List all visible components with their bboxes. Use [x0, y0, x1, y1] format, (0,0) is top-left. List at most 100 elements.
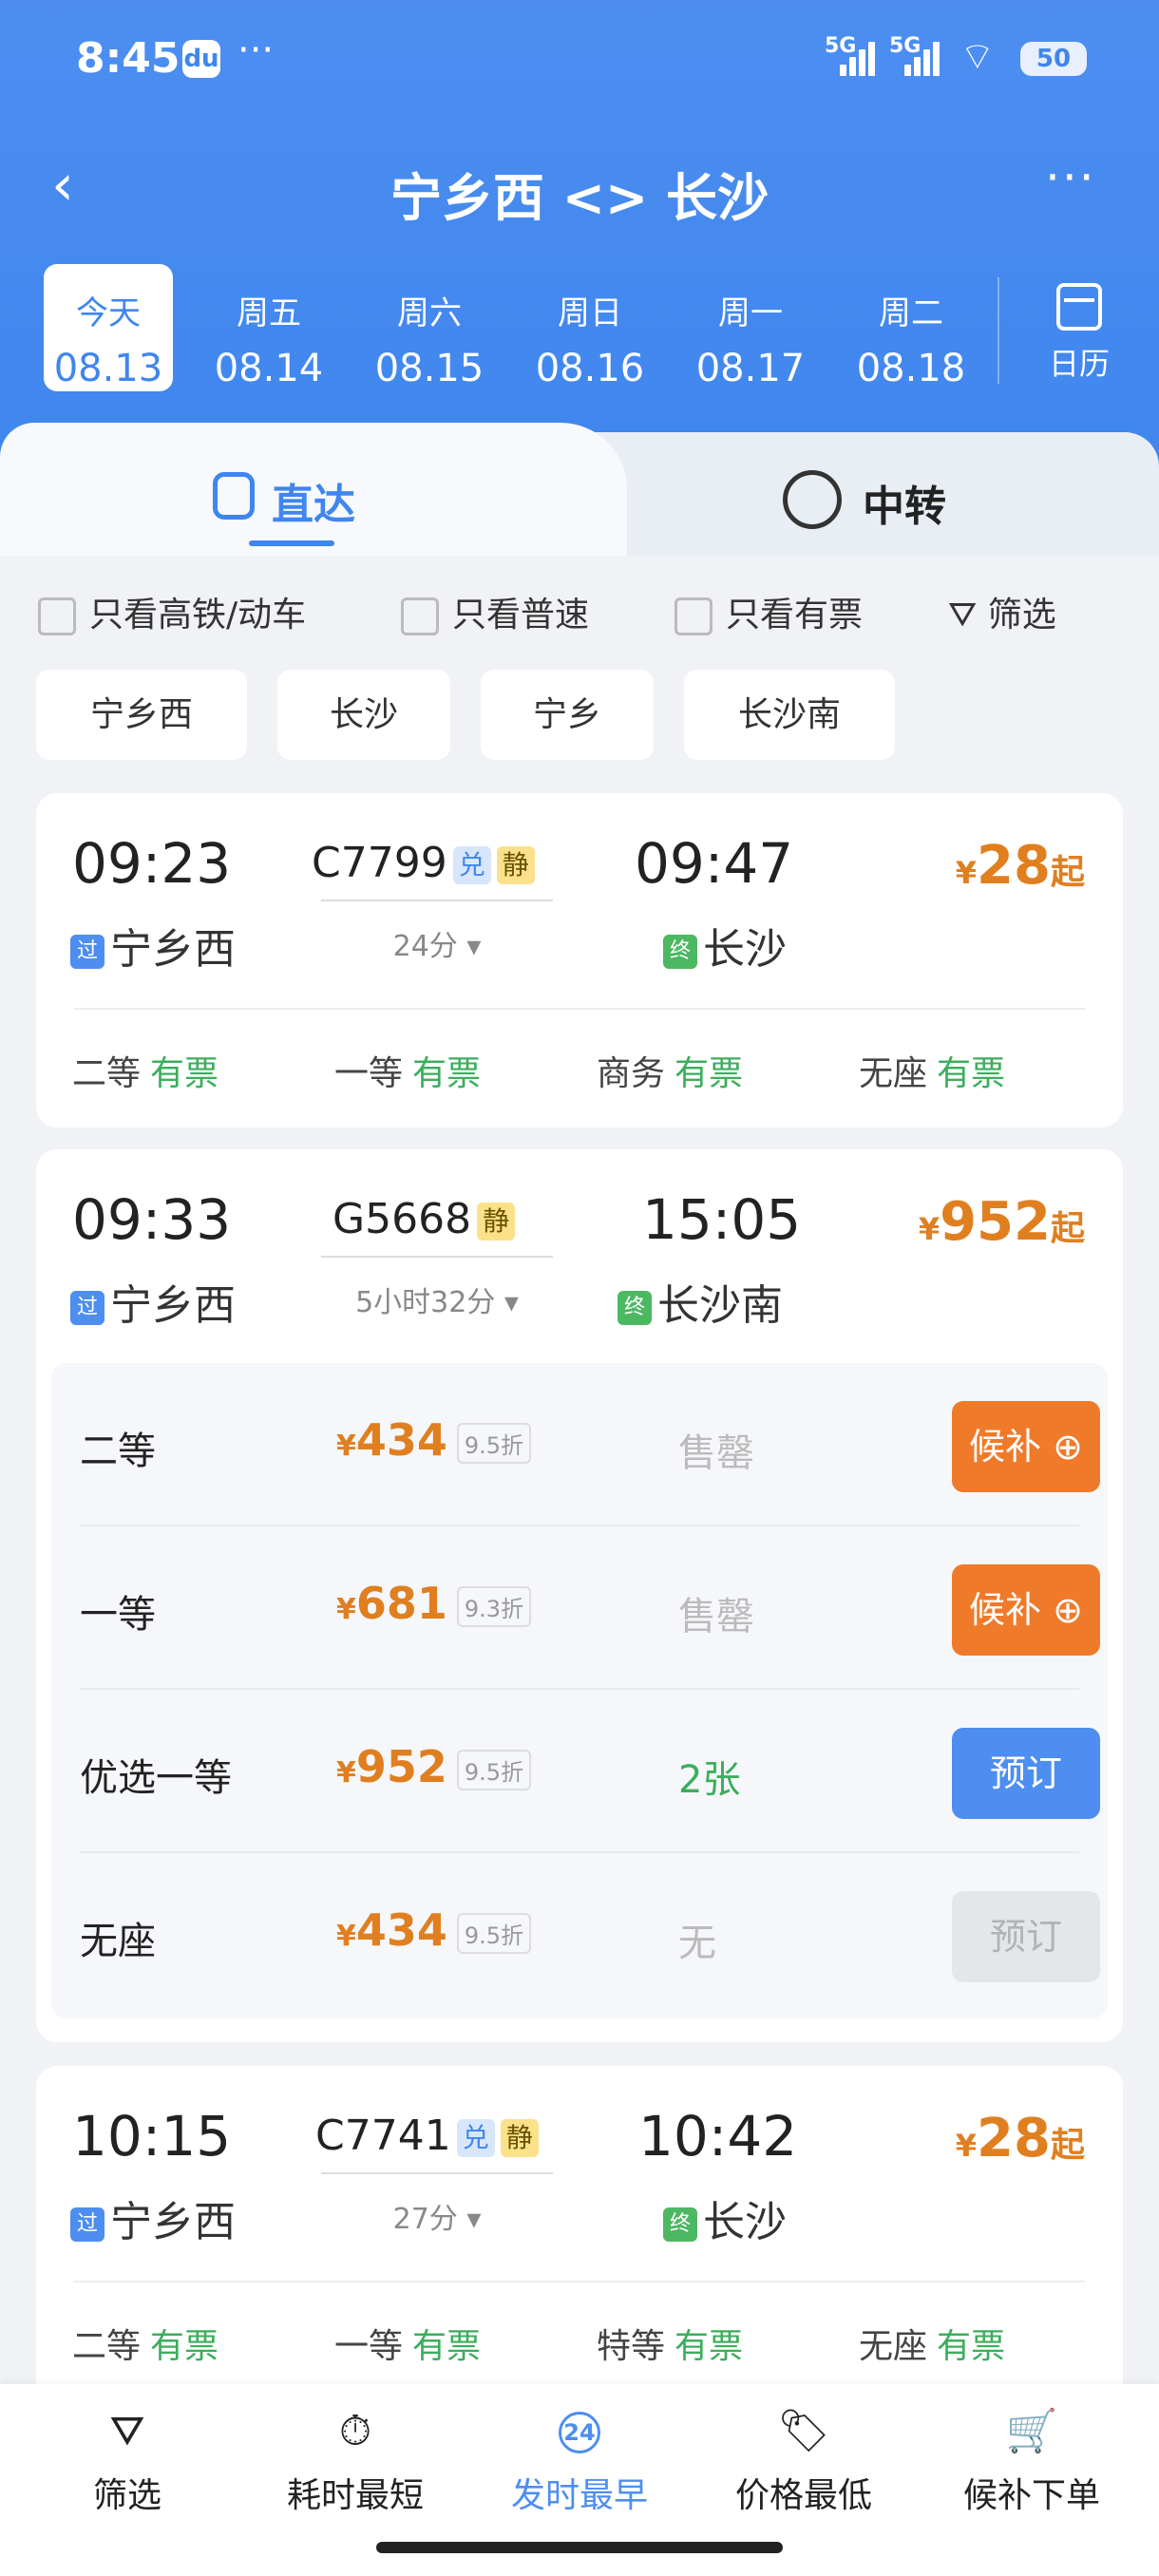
- seat-class: 二等: [72, 2327, 142, 2366]
- seat-availability: 商务 有票: [597, 1046, 743, 1095]
- discount-badge: 9.5折: [456, 1750, 532, 1790]
- seat-detail-list: 二等 ¥434 9.5折 售罄 候补 ⊕ 一等 ¥681 9.3折 售罄 候补 ⊕ …: [51, 1363, 1108, 2018]
- from-station-name: 宁乡西: [110, 1281, 236, 1330]
- divider: [74, 1008, 1085, 1010]
- seat-status: 有票: [674, 1054, 744, 1093]
- seat-status: 售罄: [678, 1431, 754, 1475]
- from-station-name: 宁乡西: [110, 2198, 236, 2246]
- date-value: 08.14: [214, 347, 324, 390]
- tab-direct[interactable]: 直达: [0, 423, 627, 556]
- train-number-text: C7799: [312, 839, 447, 887]
- date-tab-3[interactable]: 周日 08.16: [525, 264, 655, 391]
- filter-button[interactable]: ⛛ 筛选: [948, 587, 1056, 636]
- normal-checkbox[interactable]: 只看普速: [401, 587, 589, 636]
- date-tab-5[interactable]: 周二 08.18: [846, 264, 976, 391]
- date-selector: 今天 08.13 周五 08.14 周六 08.15 周日 08.16 周一 08.17 …: [0, 256, 1159, 399]
- duration-line: [321, 2172, 553, 2174]
- seat-row: 一等 ¥681 9.3折 售罄 候补 ⊕: [51, 1526, 1108, 1690]
- price-from: ¥28起: [956, 835, 1085, 897]
- seat-availability: 二等 有票: [72, 1046, 218, 1095]
- bottom-nav-earliest[interactable]: 24 发时最早: [466, 2403, 694, 2517]
- clock-24-glyph: 24: [559, 2412, 600, 2453]
- battery-icon: 50: [1020, 42, 1087, 76]
- train-card[interactable]: 09:23 C7799 兑静 09:47 过宁乡西 24分 ▾ 终长沙 ¥28起 …: [36, 793, 1123, 1127]
- seat-price: ¥434 9.5折: [336, 1414, 532, 1466]
- station-chip[interactable]: 宁乡: [481, 670, 654, 760]
- to-station-name: 长沙南: [657, 1281, 783, 1330]
- arrival-time: 10:42: [638, 2104, 798, 2169]
- seat-status: 有票: [937, 1054, 1006, 1093]
- price-tag-icon: 🏷: [777, 2407, 830, 2455]
- book-button[interactable]: 预订: [952, 1728, 1100, 1819]
- price-from: ¥28起: [956, 2108, 1085, 2169]
- date-tab-2[interactable]: 周六 08.15: [365, 264, 494, 391]
- date-tab-1[interactable]: 周五 08.14: [204, 264, 333, 391]
- duration-line: [321, 1256, 553, 1258]
- available-checkbox[interactable]: 只看有票: [674, 587, 863, 636]
- date-week: 今天: [76, 294, 141, 332]
- seat-class: 二等: [72, 1054, 142, 1093]
- home-indicator[interactable]: [376, 2542, 783, 2553]
- bottom-nav-label: 耗时最短: [286, 2476, 424, 2515]
- checkbox-label: 只看高铁/动车: [89, 596, 307, 635]
- exchange-badge: 兑: [452, 846, 491, 884]
- seat-class: 无座: [80, 1920, 156, 1963]
- currency: ¥: [336, 1593, 356, 1626]
- wifi-icon: ⌔: [960, 35, 996, 79]
- seat-class: 一等: [334, 1054, 404, 1093]
- terminal-tag: 终: [663, 2207, 697, 2242]
- discount-badge: 9.5折: [456, 1423, 532, 1464]
- pass-tag: 过: [70, 935, 104, 969]
- seat-class: 一等: [80, 1593, 156, 1637]
- signal-bars-2-icon: [904, 38, 942, 76]
- waitlist-button[interactable]: 候补 ⊕: [952, 1564, 1100, 1656]
- calendar-icon: [1056, 283, 1102, 331]
- from-station: 过宁乡西: [70, 2188, 236, 2248]
- duration-toggle[interactable]: 24分 ▾: [321, 922, 553, 964]
- station-chip[interactable]: 长沙南: [684, 670, 895, 760]
- price-from: ¥952起: [919, 1191, 1085, 1253]
- cart-plus-icon: 🛒: [1005, 2407, 1058, 2455]
- date-week: 周六: [397, 294, 462, 332]
- date-week: 周二: [879, 294, 943, 332]
- to-station: 终长沙南: [618, 1271, 783, 1332]
- duration-toggle[interactable]: 27分 ▾: [321, 2195, 553, 2237]
- bottom-nav-shortest[interactable]: ⏱ 耗时最短: [241, 2403, 469, 2517]
- train-card[interactable]: 10:15 C7741 兑静 10:42 过宁乡西 27分 ▾ 终长沙 ¥28起 …: [36, 2066, 1123, 2408]
- seat-class: 无座: [859, 2327, 928, 2366]
- seat-status: 有票: [150, 2327, 219, 2366]
- station-chip[interactable]: 宁乡西: [36, 670, 247, 760]
- tab-transfer[interactable]: 中转: [570, 432, 1159, 556]
- seat-row: 无座 ¥434 9.5折 无 预订: [51, 1853, 1108, 2017]
- from-station: 过宁乡西: [70, 1271, 236, 1332]
- funnel-icon: ⛛: [109, 2407, 145, 2455]
- seat-class: 无座: [859, 1054, 928, 1093]
- date-value: 08.16: [535, 347, 645, 390]
- date-tab-0[interactable]: 今天 08.13: [44, 264, 173, 391]
- departure-time: 09:23: [72, 831, 232, 896]
- quiet-badge: 静: [496, 846, 535, 884]
- bottom-nav-label: 候补下单: [962, 2476, 1100, 2515]
- station-chip[interactable]: 长沙: [277, 670, 450, 760]
- seat-availability: 特等 有票: [597, 2319, 743, 2368]
- funnel-icon: ⛛: [948, 596, 988, 635]
- train-card-expanded[interactable]: 09:33 G5668 静 15:05 过宁乡西 5小时32分 ▾ 终长沙南 ¥9…: [36, 1149, 1123, 2042]
- baidu-app-icon: du: [182, 40, 220, 78]
- duration-toggle[interactable]: 5小时32分 ▾: [321, 1279, 553, 1320]
- seat-availability: 无座 有票: [859, 2319, 1005, 2368]
- bottom-nav-cheapest[interactable]: 🏷 价格最低: [690, 2403, 918, 2517]
- train-number: C7799 兑静: [312, 839, 535, 887]
- waitlist-button[interactable]: 候补 ⊕: [952, 1401, 1100, 1492]
- more-menu-icon[interactable]: ···: [1045, 150, 1096, 205]
- bottom-nav-filter[interactable]: ⛛ 筛选: [13, 2403, 241, 2517]
- book-button-disabled[interactable]: 预订: [952, 1891, 1100, 1982]
- status-bar: 8:45 du ··· 5G 5G ⌔ 50: [0, 0, 1159, 114]
- route-title: 宁乡西 <> 长沙: [390, 168, 770, 228]
- highspeed-checkbox[interactable]: 只看高铁/动车: [38, 587, 306, 636]
- date-tab-4[interactable]: 周一 08.17: [686, 264, 815, 391]
- seat-price-value: 681: [355, 1578, 447, 1629]
- calendar-button[interactable]: 日历: [998, 277, 1159, 384]
- bottom-nav-waitlist[interactable]: 🛒 候补下单: [918, 2403, 1146, 2517]
- seat-status: 有票: [412, 1054, 482, 1093]
- terminal-tag: 终: [618, 1291, 652, 1325]
